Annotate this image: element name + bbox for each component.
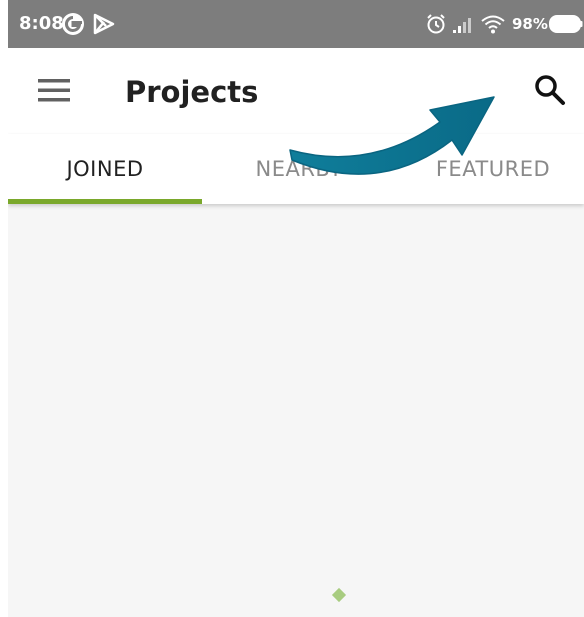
signal-icon bbox=[452, 14, 476, 38]
alarm-icon bbox=[425, 13, 447, 39]
tab-bar: JOINED NEARBY FEATURED bbox=[8, 134, 584, 204]
search-button[interactable] bbox=[530, 70, 570, 110]
loading-spinner bbox=[331, 587, 347, 603]
phone-screen: 8:08 98% Projects JOINED NEARBY FEATURED bbox=[8, 0, 584, 617]
tab-joined[interactable]: JOINED bbox=[8, 134, 202, 204]
tab-featured[interactable]: FEATURED bbox=[396, 134, 584, 204]
wifi-icon bbox=[480, 13, 506, 39]
google-icon bbox=[61, 12, 85, 40]
play-store-icon bbox=[93, 13, 115, 39]
tab-featured-label: FEATURED bbox=[435, 157, 551, 181]
tab-indicator bbox=[8, 199, 202, 204]
projects-list-area bbox=[8, 204, 584, 617]
tab-nearby[interactable]: NEARBY bbox=[202, 134, 396, 204]
hamburger-menu-icon[interactable] bbox=[38, 76, 74, 106]
battery-icon bbox=[549, 15, 583, 37]
page-title: Projects bbox=[125, 75, 259, 109]
status-bar: 8:08 98% bbox=[8, 0, 584, 48]
battery-percentage: 98% bbox=[512, 15, 548, 33]
menu-button[interactable] bbox=[30, 72, 74, 110]
search-icon[interactable] bbox=[532, 72, 568, 108]
status-time: 8:08 bbox=[19, 13, 64, 34]
tab-nearby-label: NEARBY bbox=[255, 157, 343, 181]
app-bar: Projects bbox=[8, 48, 584, 134]
tab-joined-label: JOINED bbox=[66, 157, 144, 181]
app-frame: 8:08 98% Projects JOINED NEARBY FEATURED bbox=[0, 0, 584, 617]
